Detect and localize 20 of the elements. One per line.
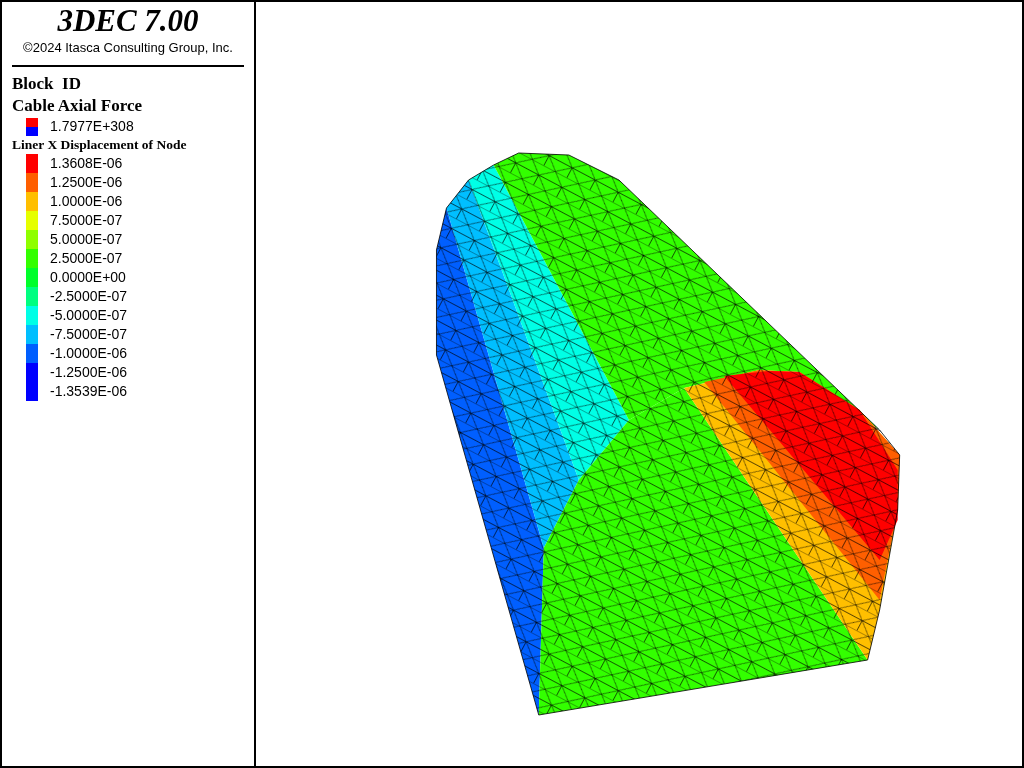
legend-value: 2.5000E-07	[50, 249, 123, 268]
legend-heading: Liner X Displacement of Node	[12, 136, 188, 154]
legend-value: -7.5000E-07	[50, 325, 128, 344]
legend-value: 1.3608E-06	[50, 154, 123, 173]
legend-value: 0.0000E+00	[50, 268, 126, 287]
legend-value: 1.2500E-06	[50, 173, 123, 192]
program-title: 3DEC 7.00	[56, 2, 200, 40]
color-swatch	[26, 117, 38, 136]
legend-value: -1.0000E-06	[50, 344, 128, 363]
legend-value: 7.5000E-07	[50, 211, 123, 230]
legend-value: 1.7977E+308	[50, 117, 134, 136]
legend-value: 5.0000E-07	[50, 230, 123, 249]
legend-value: 1.0000E-06	[50, 192, 123, 211]
copyright-text: ©2024 Itasca Consulting Group, Inc.	[22, 40, 234, 55]
legend-value: -1.2500E-06	[50, 363, 128, 382]
legend-heading: Block ID	[12, 73, 82, 95]
legend-value: -5.0000E-07	[50, 306, 128, 325]
legend-value: -1.3539E-06	[50, 382, 128, 401]
legend-heading: Cable Axial Force	[12, 95, 143, 117]
legend-value: -2.5000E-07	[50, 287, 128, 306]
